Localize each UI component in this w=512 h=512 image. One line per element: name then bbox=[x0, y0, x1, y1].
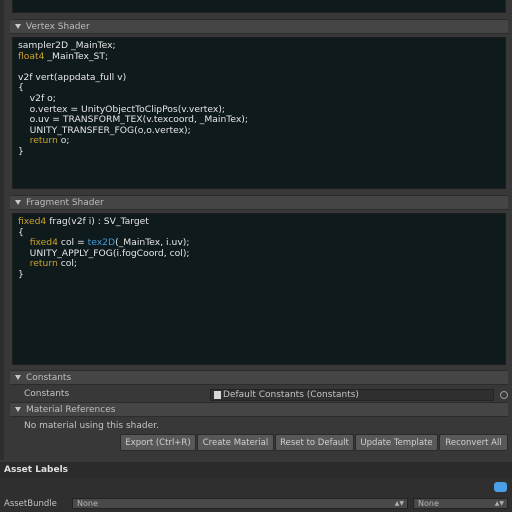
fragment-shader-header[interactable]: Fragment Shader bbox=[10, 195, 508, 210]
code-token: o; bbox=[57, 135, 70, 147]
code-line: return col; bbox=[18, 259, 500, 270]
code-token: tex2D bbox=[87, 237, 116, 249]
assetbundle-value: None bbox=[77, 499, 98, 508]
code-line: v2f vert(appdata_full v) bbox=[18, 71, 500, 84]
left-edge bbox=[0, 0, 4, 460]
code-token: col; bbox=[57, 258, 78, 270]
create-material-button[interactable]: Create Material bbox=[197, 434, 274, 451]
export-button[interactable]: Export (Ctrl+R) bbox=[120, 434, 196, 451]
fragment-shader-title: Fragment Shader bbox=[26, 197, 104, 208]
code-line: return o; bbox=[18, 136, 500, 147]
code-line: } bbox=[18, 268, 500, 281]
code-line: UNITY_APPLY_FOG(i.fogCoord, col); bbox=[18, 247, 500, 260]
code-line: { bbox=[18, 83, 500, 94]
code-token: return bbox=[29, 135, 58, 147]
vertex-shader-code-editor[interactable]: sampler2D _MainTex; float4 _MainTex_ST; v2… bbox=[12, 37, 506, 189]
previous-code-area[interactable] bbox=[12, 0, 506, 13]
vertex-shader-header[interactable]: Vertex Shader bbox=[10, 19, 508, 34]
vertex-shader-title: Vertex Shader bbox=[26, 21, 90, 32]
code-token: } bbox=[18, 268, 24, 280]
assetbundle-label: AssetBundle bbox=[4, 499, 57, 509]
asset-labels-title: Asset Labels bbox=[4, 465, 69, 475]
no-material-message: No material using this shader. bbox=[24, 421, 159, 431]
reset-to-default-button[interactable]: Reset to Default bbox=[275, 434, 354, 451]
asset-labels-header: Asset Labels bbox=[0, 462, 512, 478]
code-token: _MainTex_ST; bbox=[44, 50, 109, 62]
label-tag-icon[interactable] bbox=[494, 482, 507, 492]
code-token: UNITY_TRANSFER_FOG(o,o.vertex); bbox=[18, 124, 191, 136]
code-token: v2f o; bbox=[18, 92, 56, 104]
code-token: UNITY_APPLY_FOG(i.fogCoord, col); bbox=[18, 247, 190, 259]
code-token: fixed4 bbox=[18, 216, 47, 227]
constants-object-field[interactable]: Default Constants (Constants) bbox=[210, 389, 494, 401]
fragment-shader-code-editor[interactable]: fixed4 frag(v2f i) : SV_Target{ fixed4 c… bbox=[12, 213, 506, 365]
code-token: sampler2D _MainTex; bbox=[18, 40, 116, 51]
code-line: float4 _MainTex_ST; bbox=[18, 50, 500, 63]
code-line: fixed4 frag(v2f i) : SV_Target bbox=[18, 216, 500, 228]
code-token: { bbox=[18, 82, 24, 94]
code-line: UNITY_TRANSFER_FOG(o,o.vertex); bbox=[18, 124, 500, 137]
code-token: (_MainTex, i.uv); bbox=[115, 237, 190, 249]
constants-header[interactable]: Constants bbox=[10, 370, 508, 385]
constants-label: Constants bbox=[24, 389, 70, 399]
foldout-arrow-icon bbox=[15, 407, 21, 412]
constants-value: Default Constants (Constants) bbox=[223, 390, 359, 400]
foldout-arrow-icon bbox=[15, 375, 21, 380]
assetbundle-variant-dropdown[interactable]: None ▲▼ bbox=[413, 498, 508, 509]
variant-value: None bbox=[418, 499, 439, 508]
foldout-arrow-icon bbox=[15, 200, 21, 205]
code-token: } bbox=[18, 145, 24, 157]
code-token: v2f vert(appdata_full v) bbox=[18, 71, 127, 83]
constants-title: Constants bbox=[26, 372, 72, 383]
code-token: float4 bbox=[18, 50, 45, 62]
code-line: } bbox=[18, 145, 500, 158]
code-token: return bbox=[29, 258, 58, 270]
object-picker-icon[interactable] bbox=[500, 391, 508, 399]
assetbundle-dropdown[interactable]: None ▲▼ bbox=[72, 498, 408, 509]
code-token: frag(v2f i) : SV_Target bbox=[46, 216, 149, 227]
code-token: o.vertex = UnityObjectToClipPos(v.vertex… bbox=[18, 103, 226, 115]
dropdown-arrow-icon: ▲▼ bbox=[394, 500, 404, 507]
foldout-arrow-icon bbox=[15, 24, 21, 29]
material-references-header[interactable]: Material References bbox=[10, 402, 508, 417]
code-token: o.uv = TRANSFORM_TEX(v.texcoord, _MainTe… bbox=[18, 114, 248, 126]
code-token: { bbox=[18, 226, 24, 238]
code-token: fixed4 bbox=[29, 237, 58, 249]
material-references-title: Material References bbox=[26, 404, 116, 415]
document-icon bbox=[214, 391, 221, 399]
reconvert-all-button[interactable]: Reconvert All bbox=[439, 434, 508, 451]
code-token: col = bbox=[57, 237, 88, 249]
update-template-button[interactable]: Update Template bbox=[355, 434, 438, 451]
dropdown-arrow-icon: ▲▼ bbox=[494, 500, 504, 507]
